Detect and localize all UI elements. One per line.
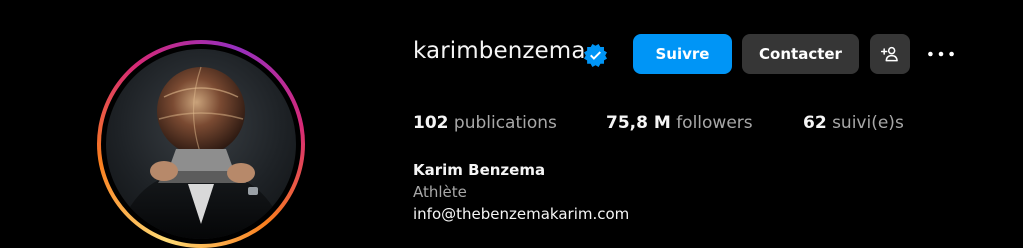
verified-badge-icon: [584, 44, 607, 67]
publications-count: 102: [413, 113, 449, 133]
stat-following[interactable]: 62 suivi(e)s: [803, 113, 904, 133]
more-options-button[interactable]: [924, 44, 958, 64]
bio-category: Athlète: [413, 183, 467, 201]
following-count: 62: [803, 113, 827, 133]
contact-button[interactable]: Contacter: [742, 34, 859, 74]
followers-label: followers: [676, 113, 753, 133]
add-user-icon: [880, 46, 898, 62]
profile-username: karimbenzema: [413, 38, 586, 64]
publications-label: publications: [453, 113, 557, 133]
suggested-users-button[interactable]: [870, 34, 910, 74]
avatar: [106, 49, 296, 239]
avatar-story-ring[interactable]: [97, 40, 305, 248]
stat-followers[interactable]: 75,8 M followers: [606, 113, 753, 133]
follow-button[interactable]: Suivre: [633, 34, 732, 74]
more-options-icon: [928, 51, 954, 57]
profile-header: karimbenzema Suivre Contacter 102 public…: [0, 0, 1023, 248]
stat-publications: 102 publications: [413, 113, 557, 133]
bio-email: info@thebenzemakarim.com: [413, 205, 630, 223]
following-label: suivi(e)s: [832, 113, 904, 133]
avatar-photo: [116, 66, 288, 239]
followers-count: 75,8 M: [606, 113, 671, 133]
bio-full-name: Karim Benzema: [413, 161, 546, 179]
